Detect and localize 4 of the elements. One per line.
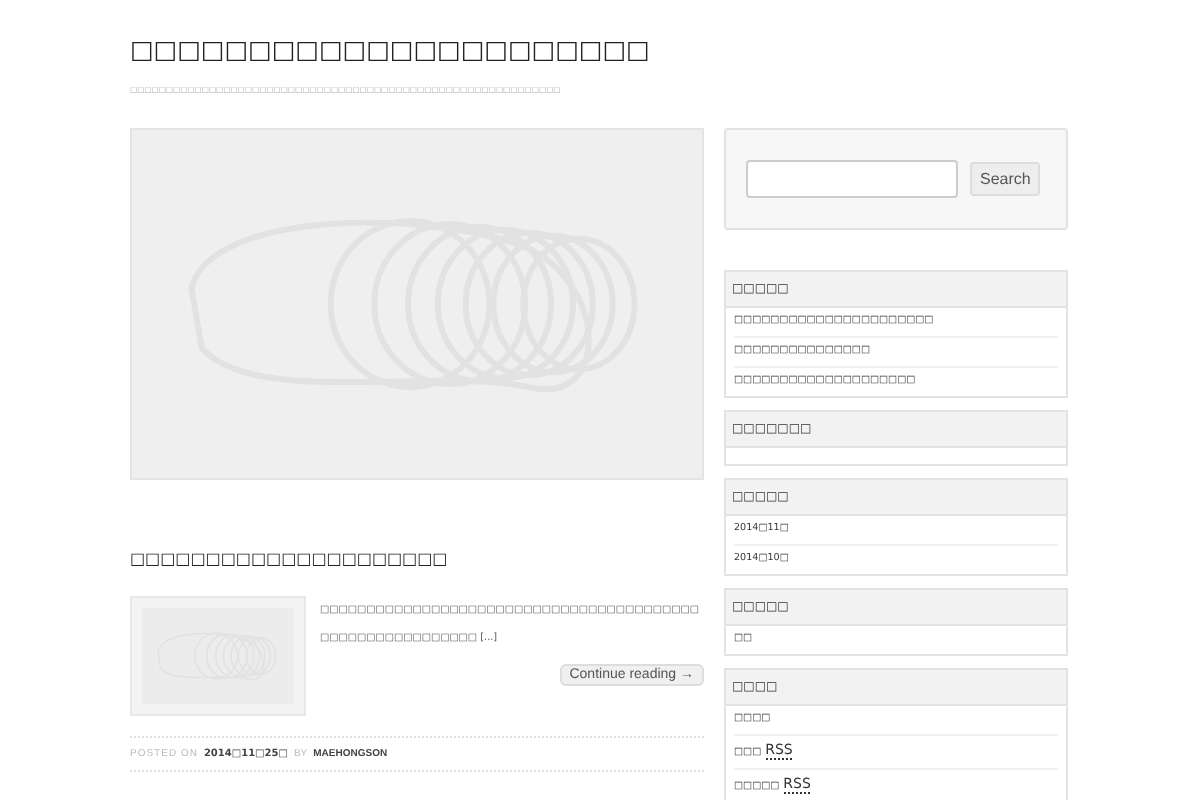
site-title[interactable]: □□□□□□□□□□□□□□□□□□□□□□	[130, 20, 650, 80]
post-title[interactable]: □□□□□□□□□□□□□□□□□□□□□	[130, 540, 448, 580]
search-field[interactable]	[746, 160, 958, 198]
search-button[interactable]: Search	[970, 162, 1041, 196]
